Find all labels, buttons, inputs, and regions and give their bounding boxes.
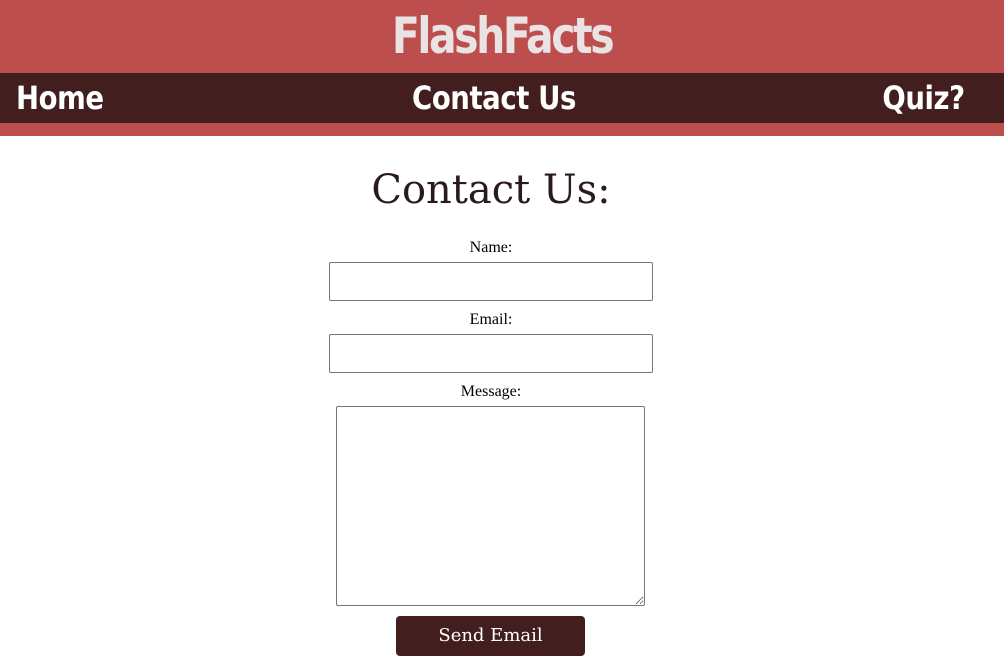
- send-email-button[interactable]: Send Email: [396, 616, 585, 656]
- message-textarea[interactable]: [336, 406, 645, 606]
- site-logo: FlashFacts: [391, 7, 615, 65]
- email-input[interactable]: [329, 334, 653, 373]
- nav-contact-link[interactable]: Contact Us: [412, 73, 576, 123]
- nav-home-link[interactable]: Home: [16, 73, 104, 123]
- name-input[interactable]: [329, 262, 653, 301]
- main-nav: Home Contact Us Quiz?: [0, 73, 1004, 123]
- message-label: Message:: [460, 383, 522, 400]
- page-title: Contact Us:: [371, 167, 611, 213]
- name-label: Name:: [469, 239, 513, 256]
- site-header: FlashFacts Home Contact Us Quiz?: [0, 0, 1004, 136]
- email-label: Email:: [469, 311, 513, 328]
- nav-quiz-link[interactable]: Quiz?: [883, 73, 966, 123]
